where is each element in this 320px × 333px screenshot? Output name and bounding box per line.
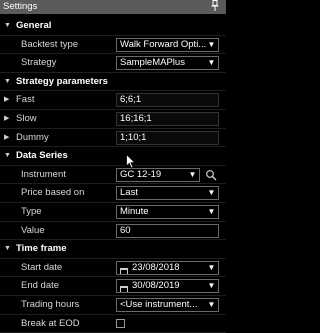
collapse-arrow-icon[interactable]: ▼ <box>4 147 11 165</box>
trading-hours-select[interactable]: <Use instrument... ▼ <box>116 298 219 312</box>
property-trading-hours: Trading hours <Use instrument... ▼ <box>0 296 226 315</box>
select-value: SampleMAPlus <box>120 57 185 69</box>
property-type: Type Minute ▼ <box>0 203 226 222</box>
select-value: GC 12-19 <box>120 169 161 181</box>
property-label: Fast <box>16 91 34 109</box>
expand-arrow-icon[interactable]: ▶ <box>4 110 9 128</box>
slow-field[interactable]: 16;16;1 <box>116 112 219 126</box>
property-label: Type <box>21 203 42 221</box>
property-label: Backtest type <box>21 36 78 54</box>
window-titlebar: Settings <box>0 0 226 14</box>
category-data-series[interactable]: ▼ Data Series <box>0 147 226 166</box>
property-label: Trading hours <box>21 296 79 314</box>
chevron-down-icon[interactable]: ▼ <box>207 39 216 51</box>
property-dummy: ▶ Dummy 1;10;1 <box>0 129 226 148</box>
collapse-arrow-icon[interactable]: ▼ <box>4 17 11 35</box>
chevron-down-icon[interactable]: ▼ <box>207 187 216 199</box>
property-label: End date <box>21 277 59 295</box>
field-value: 1;10;1 <box>120 132 146 144</box>
pin-icon[interactable] <box>210 0 220 14</box>
instrument-select[interactable]: GC 12-19 ▼ <box>116 168 200 182</box>
field-value: 16;16;1 <box>120 113 152 125</box>
category-label: Strategy parameters <box>16 73 108 91</box>
search-icon[interactable] <box>205 169 217 181</box>
property-label: Value <box>21 222 45 240</box>
chevron-down-icon[interactable]: ▼ <box>207 206 216 218</box>
collapse-arrow-icon[interactable]: ▼ <box>4 73 11 91</box>
property-label: Slow <box>16 110 37 128</box>
field-value: 6;6;1 <box>120 94 141 106</box>
category-general[interactable]: ▼ General <box>0 17 226 36</box>
property-instrument: Instrument GC 12-19 ▼ <box>0 166 226 185</box>
property-backtest-type: Backtest type Walk Forward Opti... ▼ <box>0 36 226 55</box>
category-label: Time frame <box>16 240 67 258</box>
chevron-down-icon[interactable]: ▼ <box>207 57 216 69</box>
expand-arrow-icon[interactable]: ▶ <box>4 129 9 147</box>
property-label: Dummy <box>16 129 49 147</box>
property-label: Start date <box>21 259 62 277</box>
chevron-down-icon[interactable]: ▼ <box>207 299 216 311</box>
expand-arrow-icon[interactable]: ▶ <box>4 91 9 109</box>
select-value: <Use instrument... <box>120 299 197 311</box>
property-label: Instrument <box>21 166 66 184</box>
dummy-field[interactable]: 1;10;1 <box>116 131 219 145</box>
property-start-date: Start date 23/08/2018 ▼ <box>0 259 226 278</box>
collapse-arrow-icon[interactable]: ▼ <box>4 240 11 258</box>
start-date-picker[interactable]: 23/08/2018 ▼ <box>116 261 219 275</box>
property-fast: ▶ Fast 6;6;1 <box>0 91 226 110</box>
property-strategy: Strategy SampleMAPlus ▼ <box>0 54 226 73</box>
price-based-on-select[interactable]: Last ▼ <box>116 186 219 200</box>
property-grid: ▼ General Backtest type Walk Forward Opt… <box>0 17 226 333</box>
property-end-date: End date 30/08/2019 ▼ <box>0 277 226 296</box>
category-time-frame[interactable]: ▼ Time frame <box>0 240 226 259</box>
type-select[interactable]: Minute ▼ <box>116 205 219 219</box>
category-label: Data Series <box>16 147 68 165</box>
category-strategy-parameters[interactable]: ▼ Strategy parameters <box>0 73 226 92</box>
select-value: Walk Forward Opti... <box>120 39 206 51</box>
strategy-select[interactable]: SampleMAPlus ▼ <box>116 56 219 70</box>
chevron-down-icon[interactable]: ▼ <box>188 169 197 181</box>
calendar-icon <box>120 286 128 293</box>
date-value: 30/08/2019 <box>132 280 180 292</box>
mouse-cursor-icon <box>126 154 136 169</box>
calendar-icon <box>120 268 128 275</box>
break-at-eod-checkbox[interactable] <box>116 319 125 328</box>
backtest-type-select[interactable]: Walk Forward Opti... ▼ <box>116 38 219 52</box>
property-slow: ▶ Slow 16;16;1 <box>0 110 226 129</box>
select-value: Last <box>120 187 138 199</box>
chevron-down-icon[interactable]: ▼ <box>207 262 216 274</box>
property-price-based-on: Price based on Last ▼ <box>0 184 226 203</box>
property-value: Value 60 <box>0 222 226 241</box>
field-value: 60 <box>120 225 131 237</box>
end-date-picker[interactable]: 30/08/2019 ▼ <box>116 279 219 293</box>
date-value: 23/08/2018 <box>132 262 180 274</box>
property-label: Strategy <box>21 54 56 72</box>
chevron-down-icon[interactable]: ▼ <box>207 280 216 292</box>
value-field[interactable]: 60 <box>116 224 219 238</box>
select-value: Minute <box>120 206 149 218</box>
property-break-at-eod: Break at EOD <box>0 315 226 333</box>
category-label: General <box>16 17 51 35</box>
property-label: Price based on <box>21 184 84 202</box>
window-title: Settings <box>3 1 37 12</box>
fast-field[interactable]: 6;6;1 <box>116 93 219 107</box>
